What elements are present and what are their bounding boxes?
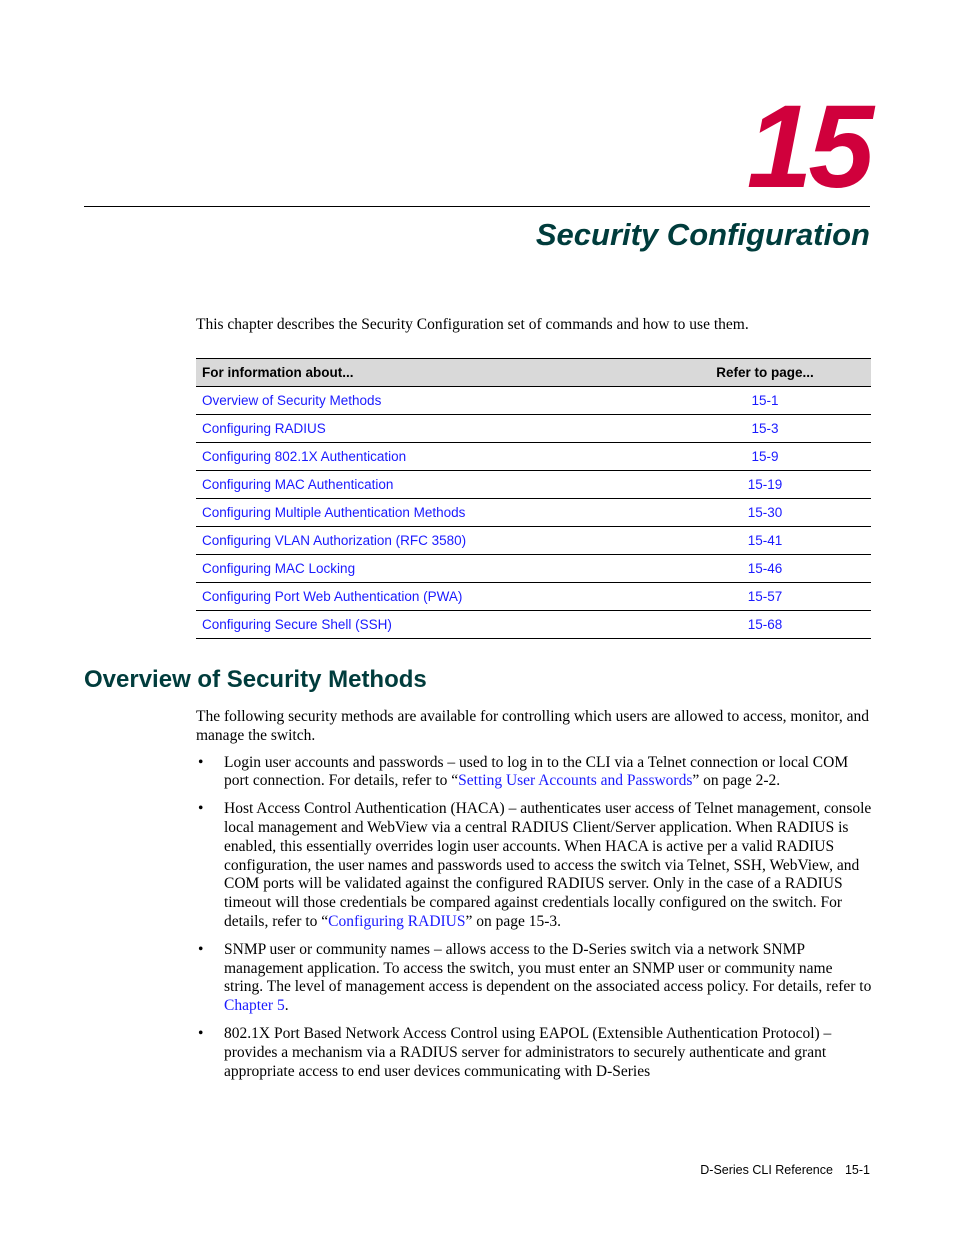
list-item: • Login user accounts and passwords – us… bbox=[196, 754, 872, 792]
bullet-icon: • bbox=[198, 753, 204, 771]
cross-reference-link[interactable]: Chapter 5 bbox=[224, 997, 285, 1014]
bullet-icon: • bbox=[198, 1024, 204, 1042]
topic-link[interactable]: Configuring VLAN Authorization (RFC 3580… bbox=[196, 526, 659, 555]
table-row: Configuring 802.1X Authentication 15-9 bbox=[196, 442, 871, 471]
table-row: Overview of Security Methods 15-1 bbox=[196, 386, 871, 415]
chapter-divider bbox=[84, 206, 870, 207]
cross-reference-link[interactable]: Setting User Accounts and Passwords bbox=[458, 772, 692, 789]
page-link[interactable]: 15-68 bbox=[659, 610, 871, 639]
topic-column-header: For information about... bbox=[196, 358, 659, 387]
chapter-title: Security Configuration bbox=[535, 217, 870, 252]
list-item: • 802.1X Port Based Network Access Contr… bbox=[196, 1025, 872, 1081]
bullet-icon: • bbox=[198, 800, 204, 818]
chapter-intro: This chapter describes the Security Conf… bbox=[196, 316, 749, 333]
item-text: 802.1X Port Based Network Access Control… bbox=[224, 1024, 832, 1080]
page-link[interactable]: 15-19 bbox=[659, 470, 871, 499]
page-link[interactable]: 15-1 bbox=[659, 386, 871, 415]
footer-book-title: D-Series CLI Reference bbox=[700, 1163, 833, 1177]
topic-link[interactable]: Overview of Security Methods bbox=[196, 386, 659, 415]
table-row: Configuring RADIUS 15-3 bbox=[196, 414, 871, 443]
security-methods-list: • Login user accounts and passwords – us… bbox=[196, 754, 872, 1082]
cross-reference-link[interactable]: Configuring RADIUS bbox=[328, 913, 465, 930]
item-text: SNMP user or community names – allows ac… bbox=[224, 940, 872, 996]
item-text-tail: ” on page 2-2. bbox=[692, 772, 781, 790]
topic-link[interactable]: Configuring Port Web Authentication (PWA… bbox=[196, 582, 659, 611]
page-link[interactable]: 15-46 bbox=[659, 554, 871, 583]
page-link[interactable]: 15-30 bbox=[659, 498, 871, 527]
topic-link[interactable]: Configuring RADIUS bbox=[196, 414, 659, 443]
item-text: Host Access Control Authentication (HACA… bbox=[224, 800, 872, 930]
section-body: The following security methods are avail… bbox=[196, 708, 872, 1090]
bullet-icon: • bbox=[198, 940, 204, 958]
topic-link[interactable]: Configuring Multiple Authentication Meth… bbox=[196, 498, 659, 527]
section-intro: The following security methods are avail… bbox=[196, 708, 869, 744]
section-heading: Overview of Security Methods bbox=[84, 666, 427, 693]
topic-link[interactable]: Configuring Secure Shell (SSH) bbox=[196, 610, 659, 639]
page-link[interactable]: 15-41 bbox=[659, 526, 871, 555]
item-text-tail: ” on page 15-3. bbox=[465, 912, 562, 930]
table-row: Configuring Multiple Authentication Meth… bbox=[196, 498, 871, 527]
page-link[interactable]: 15-57 bbox=[659, 582, 871, 611]
table-header-row: For information about... Refer to page..… bbox=[196, 358, 871, 387]
table-row: Configuring MAC Authentication 15-19 bbox=[196, 470, 871, 499]
page-column-header: Refer to page... bbox=[659, 358, 871, 387]
item-text-tail: . bbox=[284, 997, 289, 1015]
topic-link[interactable]: Configuring MAC Locking bbox=[196, 554, 659, 583]
chapter-number: 15 bbox=[746, 81, 874, 213]
page-footer: D-Series CLI Reference 15-1 bbox=[700, 1163, 870, 1177]
topics-table: For information about... Refer to page..… bbox=[196, 358, 871, 639]
topic-link[interactable]: Configuring 802.1X Authentication bbox=[196, 442, 659, 471]
table-row: Configuring MAC Locking 15-46 bbox=[196, 554, 871, 583]
page-link[interactable]: 15-3 bbox=[659, 414, 871, 443]
table-row: Configuring Port Web Authentication (PWA… bbox=[196, 582, 871, 611]
page-link[interactable]: 15-9 bbox=[659, 442, 871, 471]
list-item: • Host Access Control Authentication (HA… bbox=[196, 800, 872, 932]
list-item: • SNMP user or community names – allows … bbox=[196, 941, 872, 1016]
footer-page-number: 15-1 bbox=[844, 1163, 870, 1177]
table-row: Configuring VLAN Authorization (RFC 3580… bbox=[196, 526, 871, 555]
table-row: Configuring Secure Shell (SSH) 15-68 bbox=[196, 610, 871, 639]
topic-link[interactable]: Configuring MAC Authentication bbox=[196, 470, 659, 499]
